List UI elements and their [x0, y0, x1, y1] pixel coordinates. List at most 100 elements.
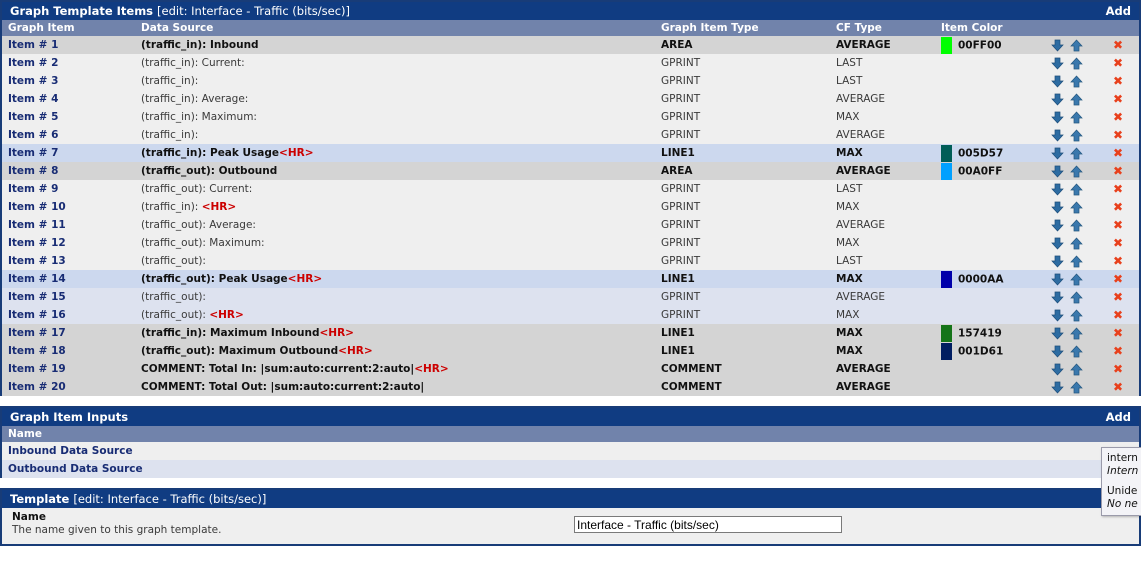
move-down-icon[interactable] [1051, 345, 1064, 358]
delete-icon[interactable]: ✖ [1113, 110, 1123, 124]
delete-icon[interactable]: ✖ [1113, 362, 1123, 376]
delete-icon[interactable]: ✖ [1113, 200, 1123, 214]
move-up-icon[interactable] [1070, 56, 1083, 70]
delete-icon[interactable]: ✖ [1113, 326, 1123, 340]
delete-icon[interactable]: ✖ [1113, 164, 1123, 178]
delete-icon[interactable]: ✖ [1113, 272, 1123, 286]
table-cell-cf-type: MAX [830, 198, 935, 216]
table-cell-data-source: (traffic_out): <HR> [135, 306, 655, 324]
move-up-icon[interactable] [1070, 38, 1083, 52]
graph-item-link[interactable]: Item # 9 [8, 183, 58, 195]
move-down-icon[interactable] [1051, 291, 1064, 304]
move-up-icon[interactable] [1070, 218, 1083, 232]
graph-item-link[interactable]: Item # 17 [8, 327, 66, 339]
graph-item-link[interactable]: Item # 2 [8, 57, 58, 69]
graph-item-link[interactable]: Item # 1 [8, 39, 58, 51]
template-name-input[interactable] [574, 516, 842, 533]
move-down-icon[interactable] [1051, 381, 1064, 394]
delete-icon[interactable]: ✖ [1113, 74, 1123, 88]
table-cell-move-actions [1035, 252, 1095, 270]
delete-icon[interactable]: ✖ [1113, 380, 1123, 394]
move-up-icon[interactable] [1070, 146, 1083, 160]
delete-icon[interactable]: ✖ [1113, 236, 1123, 250]
graph-item-link[interactable]: Item # 7 [8, 147, 58, 159]
move-down-icon[interactable] [1051, 219, 1064, 232]
table-cell-graph-item: Item # 15 [2, 288, 135, 306]
table-cell-move-actions [1035, 270, 1095, 288]
table-cell-input-name: Outbound Data Source [2, 460, 1139, 478]
delete-icon[interactable]: ✖ [1113, 146, 1123, 160]
graph-item-link[interactable]: Item # 12 [8, 237, 66, 249]
move-up-icon[interactable] [1070, 308, 1083, 322]
graph-item-link[interactable]: Item # 6 [8, 129, 58, 141]
delete-icon[interactable]: ✖ [1113, 182, 1123, 196]
table-cell-item-color [935, 288, 1035, 306]
graph-item-link[interactable]: Item # 16 [8, 309, 66, 321]
move-down-icon[interactable] [1051, 363, 1064, 376]
delete-icon[interactable]: ✖ [1113, 38, 1123, 52]
data-source-text: (traffic_out): [141, 291, 206, 303]
graph-item-link[interactable]: Item # 13 [8, 255, 66, 267]
graph-item-link[interactable]: Item # 11 [8, 219, 66, 231]
delete-icon[interactable]: ✖ [1113, 254, 1123, 268]
graph-item-link[interactable]: Item # 4 [8, 93, 58, 105]
delete-icon[interactable]: ✖ [1113, 92, 1123, 106]
move-up-icon[interactable] [1070, 110, 1083, 124]
delete-icon[interactable]: ✖ [1113, 218, 1123, 232]
move-down-icon[interactable] [1051, 327, 1064, 340]
add-graph-item-link[interactable]: Add [1106, 2, 1131, 20]
move-up-icon[interactable] [1070, 380, 1083, 394]
graph-item-link[interactable]: Item # 8 [8, 165, 58, 177]
move-down-icon[interactable] [1051, 147, 1064, 160]
move-down-icon[interactable] [1051, 273, 1064, 286]
table-row: Item # 13 (traffic_out): GPRINT LAST ✖ [2, 252, 1139, 270]
move-up-icon[interactable] [1070, 254, 1083, 268]
move-down-icon[interactable] [1051, 165, 1064, 178]
move-down-icon[interactable] [1051, 129, 1064, 142]
move-up-icon[interactable] [1070, 344, 1083, 358]
move-up-icon[interactable] [1070, 74, 1083, 88]
move-up-icon[interactable] [1070, 128, 1083, 142]
move-up-icon[interactable] [1070, 362, 1083, 376]
graph-item-link[interactable]: Item # 10 [8, 201, 66, 213]
table-row: Item # 12 (traffic_out): Maximum: GPRINT MA… [2, 234, 1139, 252]
move-down-icon[interactable] [1051, 39, 1064, 52]
move-up-icon[interactable] [1070, 326, 1083, 340]
graph-item-link[interactable]: Item # 5 [8, 111, 58, 123]
move-up-icon[interactable] [1070, 236, 1083, 250]
graph-item-input-link[interactable]: Inbound Data Source [8, 445, 133, 457]
move-up-icon[interactable] [1070, 290, 1083, 304]
graph-item-link[interactable]: Item # 14 [8, 273, 66, 285]
graph-item-link[interactable]: Item # 18 [8, 345, 66, 357]
move-down-icon[interactable] [1051, 183, 1064, 196]
move-up-icon[interactable] [1070, 164, 1083, 178]
move-down-icon[interactable] [1051, 93, 1064, 106]
delete-icon[interactable]: ✖ [1113, 128, 1123, 142]
graph-item-link[interactable]: Item # 3 [8, 75, 58, 87]
move-up-icon[interactable] [1070, 182, 1083, 196]
graph-item-link[interactable]: Item # 15 [8, 291, 66, 303]
table-row: Item # 19 COMMENT: Total In: |sum:auto:cu… [2, 360, 1139, 378]
table-cell-data-source: (traffic_out): Maximum: [135, 234, 655, 252]
move-up-icon[interactable] [1070, 200, 1083, 214]
delete-icon[interactable]: ✖ [1113, 56, 1123, 70]
move-down-icon[interactable] [1051, 111, 1064, 124]
move-down-icon[interactable] [1051, 237, 1064, 250]
delete-icon[interactable]: ✖ [1113, 344, 1123, 358]
graph-item-link[interactable]: Item # 20 [8, 381, 66, 393]
move-down-icon[interactable] [1051, 255, 1064, 268]
move-down-icon[interactable] [1051, 57, 1064, 70]
move-down-icon[interactable] [1051, 309, 1064, 322]
move-up-icon[interactable] [1070, 272, 1083, 286]
table-cell-graph-item: Item # 16 [2, 306, 135, 324]
move-down-icon[interactable] [1051, 75, 1064, 88]
add-graph-item-input-link[interactable]: Add [1106, 408, 1131, 426]
graph-item-link[interactable]: Item # 19 [8, 363, 66, 375]
delete-icon[interactable]: ✖ [1113, 290, 1123, 304]
delete-icon[interactable]: ✖ [1113, 308, 1123, 322]
move-down-icon[interactable] [1051, 201, 1064, 214]
table-cell-item-color [935, 378, 1035, 396]
move-up-icon[interactable] [1070, 92, 1083, 106]
data-source-text: (traffic_out): Maximum: [141, 237, 265, 249]
graph-item-input-link[interactable]: Outbound Data Source [8, 463, 143, 475]
